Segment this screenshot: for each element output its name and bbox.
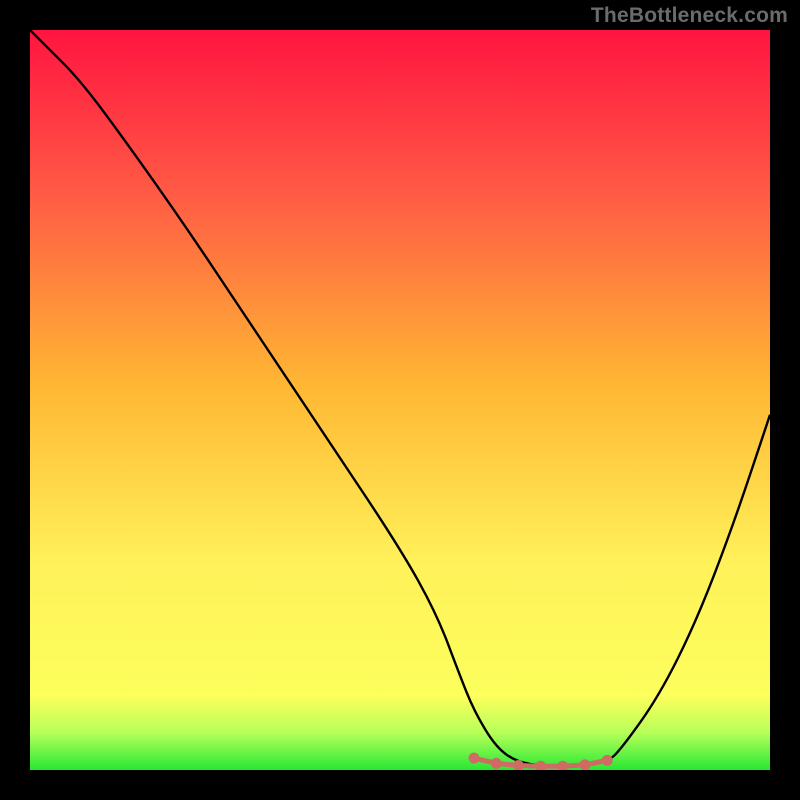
gradient-background xyxy=(30,30,770,770)
plot-area xyxy=(30,30,770,770)
chart-svg xyxy=(30,30,770,770)
chart-frame: TheBottleneck.com xyxy=(0,0,800,800)
watermark-text: TheBottleneck.com xyxy=(591,4,788,28)
